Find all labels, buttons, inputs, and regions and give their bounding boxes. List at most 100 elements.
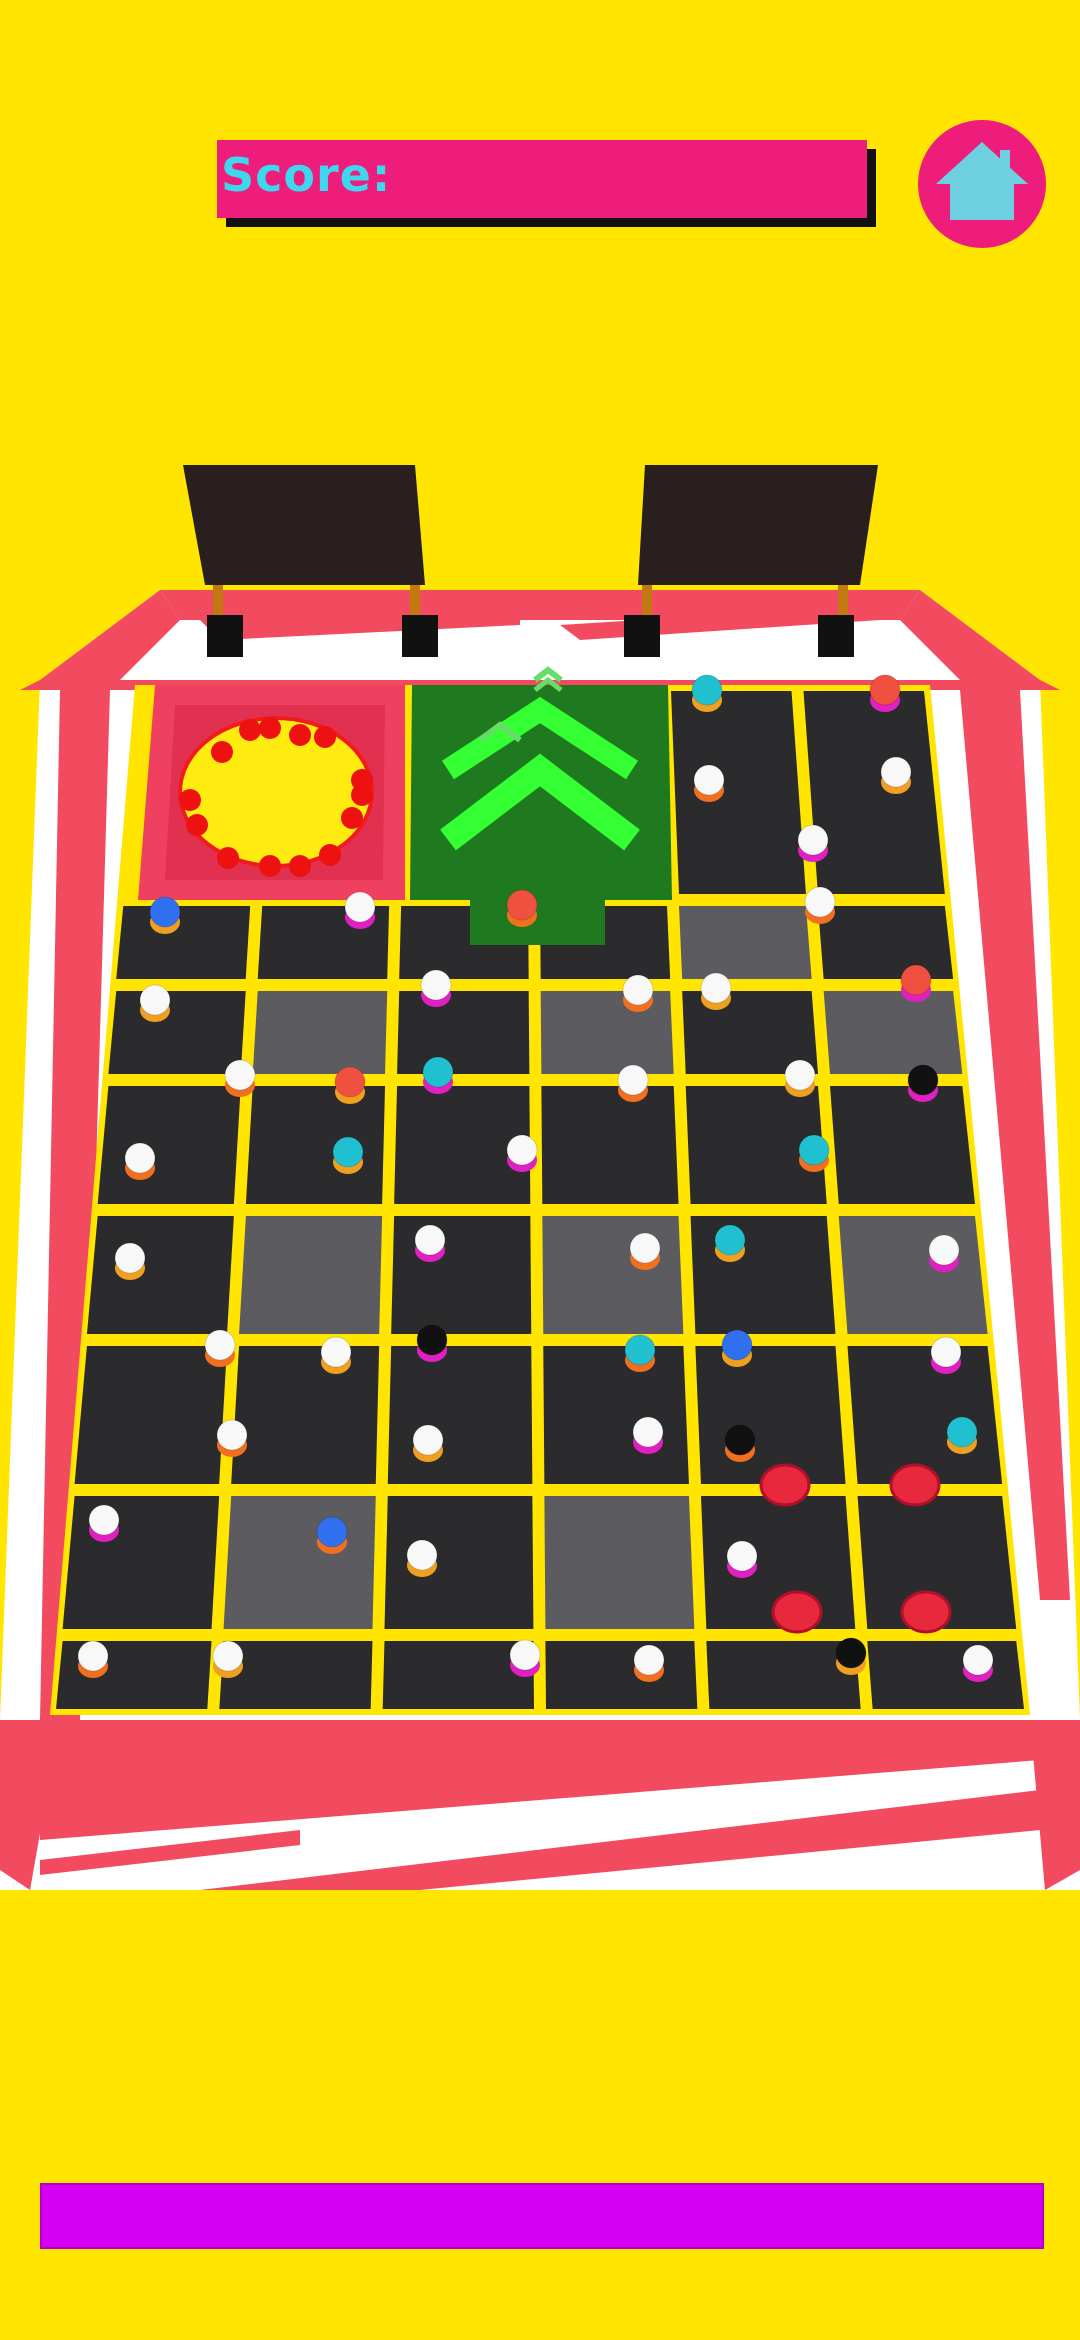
ball: [204, 1329, 236, 1361]
raised-tile: [544, 1496, 695, 1629]
floor-tile: [541, 1086, 679, 1204]
ball: [632, 1416, 664, 1448]
ball: [693, 764, 725, 796]
floor-tile: [817, 906, 954, 979]
ball: [798, 1134, 830, 1166]
raised-tile: [679, 906, 812, 979]
ball: [224, 1059, 256, 1091]
floor-tile: [803, 691, 945, 894]
ball: [212, 1640, 244, 1672]
raised-tile: [239, 1216, 383, 1334]
ball: [414, 1224, 446, 1256]
ball: [149, 896, 181, 928]
collected-ball: [179, 789, 201, 811]
ball: [624, 1334, 656, 1366]
floor-tile: [391, 1216, 532, 1334]
ball: [946, 1416, 978, 1448]
ball: [633, 1644, 665, 1676]
raised-tile: [252, 991, 388, 1074]
collected-ball: [319, 844, 341, 866]
ball: [412, 1424, 444, 1456]
floor-tile: [397, 991, 530, 1074]
floor-tile: [847, 1346, 1003, 1484]
floor-tile: [830, 1086, 975, 1204]
collected-ball: [259, 855, 281, 877]
home-button[interactable]: [918, 120, 1046, 248]
floor-tile: [545, 1641, 698, 1709]
ball: [216, 1419, 248, 1451]
ball: [622, 974, 654, 1006]
floor-tile: [86, 1216, 234, 1334]
red-bumper: [889, 1463, 941, 1507]
ball: [962, 1644, 994, 1676]
floor-tile: [384, 1496, 534, 1629]
home-icon: [936, 142, 1028, 220]
score-label: Score:: [221, 148, 392, 202]
ball: [420, 969, 452, 1001]
collected-ball: [239, 719, 261, 741]
ball: [928, 1234, 960, 1266]
ball: [700, 972, 732, 1004]
goal-hole: [178, 716, 374, 868]
ball: [714, 1224, 746, 1256]
collected-ball: [217, 847, 239, 869]
ball: [124, 1142, 156, 1174]
red-bumper: [759, 1463, 811, 1507]
ball: [804, 886, 836, 918]
collected-ball: [211, 741, 233, 763]
ball: [344, 891, 376, 923]
ball: [114, 1242, 146, 1274]
ball: [332, 1136, 364, 1168]
floor-tile: [245, 1086, 386, 1204]
floor-tile: [867, 1641, 1024, 1709]
raised-tile: [223, 1496, 376, 1629]
ball: [316, 1516, 348, 1548]
ball: [869, 674, 901, 706]
raised-tile: [540, 991, 674, 1074]
ball: [724, 1424, 756, 1456]
raised-tile: [838, 1216, 988, 1334]
ball: [422, 1056, 454, 1088]
ball: [907, 1064, 939, 1096]
score-bar: Score:: [217, 140, 867, 218]
ball: [334, 1066, 366, 1098]
ball: [880, 756, 912, 788]
collected-ball: [341, 807, 363, 829]
red-bumper: [900, 1590, 952, 1634]
raised-tile: [823, 991, 963, 1074]
ball: [726, 1540, 758, 1572]
floor-tile: [543, 1346, 689, 1484]
floor-tile: [62, 1496, 220, 1629]
ball: [506, 1134, 538, 1166]
floor-tile: [387, 1346, 533, 1484]
ball: [835, 1637, 867, 1669]
ball: [88, 1504, 120, 1536]
floor-tile: [231, 1346, 380, 1484]
floor-tile: [690, 1216, 836, 1334]
ball: [784, 1059, 816, 1091]
collected-ball: [259, 717, 281, 739]
ball: [506, 889, 538, 921]
game-board-scene[interactable]: [0, 0, 1080, 2340]
ball: [900, 964, 932, 996]
ball: [691, 674, 723, 706]
ball: [721, 1329, 753, 1361]
floor-tile: [74, 1346, 228, 1484]
ball: [77, 1640, 109, 1672]
floor-tile: [695, 1346, 846, 1484]
collected-ball: [351, 784, 373, 806]
ball: [617, 1064, 649, 1096]
raised-tile: [542, 1216, 684, 1334]
collected-ball: [289, 724, 311, 746]
ball: [509, 1639, 541, 1671]
ball: [406, 1539, 438, 1571]
collected-ball: [289, 855, 311, 877]
ball: [139, 984, 171, 1016]
collected-ball: [186, 814, 208, 836]
ball: [629, 1232, 661, 1264]
level-progress-bar: [40, 2183, 1044, 2249]
floor-tile: [97, 1086, 241, 1204]
floor-tile: [116, 906, 251, 979]
ball: [797, 824, 829, 856]
ball: [930, 1336, 962, 1368]
